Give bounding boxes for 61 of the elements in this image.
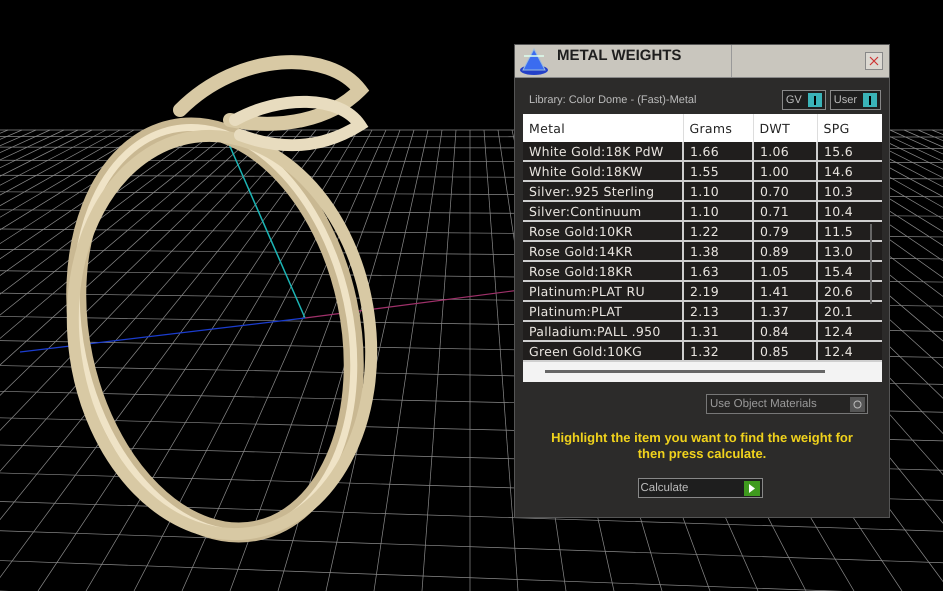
table-cell: 1.63	[683, 261, 753, 281]
use-object-materials-checkbox[interactable]: Use Object Materials	[706, 394, 868, 414]
table-cell: 1.31	[683, 321, 753, 341]
table-cell: 1.06	[753, 142, 817, 161]
table-cell: Palladium:PALL .950	[523, 321, 683, 341]
play-icon	[748, 484, 756, 492]
table-cell: 0.79	[753, 221, 817, 241]
calculate-button[interactable]: Calculate	[638, 478, 762, 498]
table-cell: 1.10	[683, 181, 753, 201]
table-cell: 10.4	[817, 201, 882, 221]
table-cell: 2.13	[683, 301, 753, 321]
close-button[interactable]	[865, 52, 883, 70]
panel-title: METAL WEIGHTS	[557, 45, 732, 77]
column-header[interactable]: Grams	[683, 114, 753, 142]
table-cell: 15.4	[817, 261, 882, 281]
table-cell: 13.0	[817, 241, 882, 261]
table-cell: White Gold:18KW	[523, 161, 683, 181]
table-cell: 0.89	[753, 241, 817, 261]
table-cell: Platinum:PLAT RU	[523, 281, 683, 301]
table-cell: Silver:.925 Sterling	[523, 181, 683, 201]
table-cell: 1.00	[753, 161, 817, 181]
column-header[interactable]: DWT	[753, 114, 817, 142]
table-cell: 1.37	[753, 301, 817, 321]
table-cell: Rose Gold:18KR	[523, 261, 683, 281]
column-header[interactable]: Metal	[523, 114, 683, 142]
table-cell: 10.3	[817, 181, 882, 201]
table-cell: 1.10	[683, 201, 753, 221]
toggle-switch[interactable]: User	[830, 90, 881, 110]
table-cell: 1.05	[753, 261, 817, 281]
toggle-switch[interactable]: GV	[782, 90, 826, 110]
column-header[interactable]: SPG	[817, 114, 882, 142]
table-cell: 20.1	[817, 301, 882, 321]
table-cell: 1.55	[683, 161, 753, 181]
table-cell: Rose Gold:10KR	[523, 221, 683, 241]
table-cell: 12.4	[817, 341, 882, 361]
table-cell: 14.6	[817, 161, 882, 181]
table-cell: 1.41	[753, 281, 817, 301]
horizontal-scrollbar[interactable]	[545, 370, 825, 373]
table-cell: 0.71	[753, 201, 817, 221]
vertical-scrollbar[interactable]	[870, 224, 872, 304]
table-cell: Platinum:PLAT	[523, 301, 683, 321]
scale-cone-icon	[517, 46, 551, 76]
table-cell: White Gold:18K PdW	[523, 142, 683, 161]
table-cell: 0.70	[753, 181, 817, 201]
table-cell: 1.38	[683, 241, 753, 261]
table-cell: Rose Gold:14KR	[523, 241, 683, 261]
table-cell: 0.84	[753, 321, 817, 341]
table-cell: 20.6	[817, 281, 882, 301]
library-label: Library: Color Dome - (Fast)-Metal	[529, 94, 696, 106]
table-cell: 1.66	[683, 142, 753, 161]
instruction-text: Highlight the item you want to find the weight for then press calculate.	[550, 430, 854, 462]
table-cell: Green Gold:10KG	[523, 341, 683, 361]
table-cell: 11.5	[817, 221, 882, 241]
table-cell: 0.85	[753, 341, 817, 361]
close-icon	[869, 56, 879, 66]
table-cell: 15.6	[817, 142, 882, 161]
table-cell: 2.19	[683, 281, 753, 301]
table-cell: 1.22	[683, 221, 753, 241]
table-cell: Silver:Continuum	[523, 201, 683, 221]
table-cell: 1.32	[683, 341, 753, 361]
table-cell: 12.4	[817, 321, 882, 341]
